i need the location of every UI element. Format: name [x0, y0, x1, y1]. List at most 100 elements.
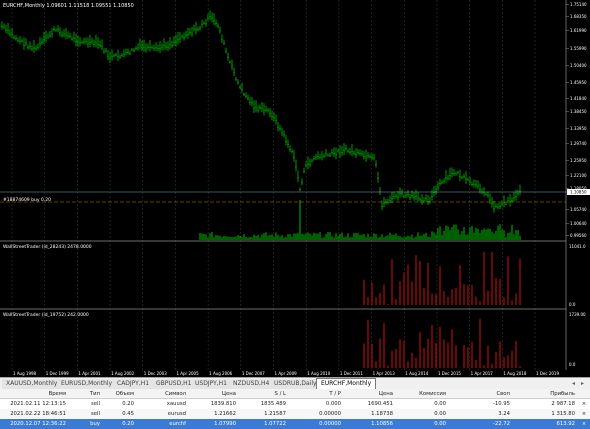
date-tick: 1 Aug 2002	[111, 371, 135, 376]
price-tick: 1.29740	[570, 141, 587, 146]
cell-commission: 0.00	[434, 421, 446, 427]
order-line-label[interactable]: #18874609 buy 0.20	[3, 197, 51, 203]
date-tick: 1 Apr 2001	[78, 371, 101, 376]
cell-commission: 0.00	[434, 401, 446, 407]
indicator1-label: WallStreetTrader (id_28243) 2478.0000	[3, 244, 92, 250]
date-tick: 1 Apr 2017	[471, 371, 494, 376]
col-swap[interactable]: Своп	[480, 389, 510, 399]
cell-current-price: 1.18738	[371, 411, 393, 417]
price-tick: 1.75140	[570, 2, 587, 7]
date-tick: 1 Aug 2010	[307, 371, 331, 376]
price-tick: 1.61990	[570, 28, 587, 33]
cell-type: sell	[91, 411, 100, 417]
cell-swap: -22.72	[492, 421, 510, 427]
cell-sl: 1835.489	[260, 401, 286, 407]
cell-sl: 1.07722	[264, 421, 286, 427]
cell-type: sell	[91, 401, 100, 407]
current-price-tag: 1.10850	[570, 190, 587, 195]
date-tick: 1 Apr 2013	[373, 371, 396, 376]
cell-current-price: 1690.451	[367, 401, 393, 407]
price-tick: 1.38450	[570, 109, 587, 114]
date-tick: 1 Dec 2019	[536, 371, 559, 376]
cell-time: 2021.02.22 18:46:51	[10, 411, 66, 417]
chart-tabs-bar: XAUUSD,Monthly EURUSD,Monthly CADJPY,H1 …	[0, 377, 590, 390]
indicator2-label: WallStreetTrader (id_19752) 242.0000	[3, 312, 89, 318]
price-tick: 1.45950	[570, 80, 587, 85]
close-position-icon[interactable]: ×	[580, 419, 588, 429]
price-chart[interactable]: EURCHF,Monthly 1.09601 1.11518 1.09551 1…	[0, 0, 590, 377]
date-tick: 1 Dec 2015	[438, 371, 461, 376]
date-tick: 1 Aug 1998	[13, 371, 37, 376]
price-tick: 1.22100	[570, 173, 587, 178]
cell-volume: 0.45	[122, 411, 134, 417]
tabs-scroll-right-icon[interactable]: ▸	[581, 379, 584, 388]
col-profit[interactable]: Прибыль	[535, 389, 575, 399]
col-time[interactable]: Время	[2, 389, 66, 399]
tab-usdjpy-h1[interactable]: USDJPY,H1	[191, 379, 232, 389]
price-tick: 1.41840	[570, 96, 587, 101]
cell-symbol: eurusd	[167, 411, 186, 417]
col-type[interactable]: Тип	[78, 389, 100, 399]
cell-price: 1839.810	[210, 401, 236, 407]
cell-current-price: 1.10856	[371, 421, 393, 427]
chart-window[interactable]: EURCHF,Monthly 1.09601 1.11518 1.09551 1…	[0, 0, 590, 377]
ind1-axis-top: 11041.0	[569, 244, 586, 249]
table-row-selected[interactable]: 2020.12.07 12:36:22 buy 0.20 eurchf 1.07…	[0, 419, 590, 429]
cell-swap: 3.24	[498, 411, 510, 417]
price-tick: 1.55990	[570, 46, 587, 51]
cell-time: 2020.12.07 12:36:22	[10, 421, 66, 427]
tab-gbpusd-h1[interactable]: GBPUSD,H1	[152, 379, 197, 389]
col-symbol[interactable]: Символ	[150, 389, 186, 399]
tab-usdrub-daily[interactable]: USDRUB,Daily	[270, 379, 322, 389]
table-row[interactable]: 2021.02.11 12:13:15 sell 0.20 xauusd 183…	[0, 399, 590, 409]
tabs-scroll-left-icon[interactable]: ◂	[572, 379, 575, 388]
cell-symbol: xauusd	[166, 401, 186, 407]
cell-volume: 0.20	[122, 401, 134, 407]
date-tick: 1 Aug 2018	[503, 371, 527, 376]
cell-profit: 1 315.80	[551, 411, 575, 417]
close-position-icon[interactable]: ×	[580, 409, 588, 419]
price-tick: 0.99560	[570, 233, 587, 238]
date-tick: 1 Apr 2009	[275, 371, 298, 376]
price-tick: 1.25950	[570, 158, 587, 163]
date-tick: 1 Aug 2006	[209, 371, 233, 376]
cell-symbol: eurchf	[169, 421, 186, 427]
cell-profit: 613.92	[556, 421, 575, 427]
col-price[interactable]: Цена	[200, 389, 236, 399]
tab-eurusd-monthly[interactable]: EURUSD,Monthly	[57, 379, 118, 389]
table-header: Время Тип Объем Символ Цена S / L T / P …	[0, 389, 590, 399]
tab-xauusd-monthly[interactable]: XAUUSD,Monthly	[2, 379, 63, 389]
cell-swap: -10.95	[492, 401, 510, 407]
price-tick: 1.33950	[570, 126, 587, 131]
cell-commission: 0.00	[434, 411, 446, 417]
cell-volume: 0.20	[122, 421, 134, 427]
date-tick: 1 Aug 2014	[405, 371, 429, 376]
date-tick: 1 Dec 1999	[46, 371, 69, 376]
date-tick: 1 Apr 2005	[176, 371, 199, 376]
col-volume[interactable]: Объем	[104, 389, 134, 399]
price-tick: 1.68350	[570, 14, 587, 19]
symbol-header: EURCHF,Monthly 1.09601 1.11518 1.09551 1…	[3, 3, 134, 9]
ind1-axis-zero: 0.0	[569, 302, 576, 307]
date-axis: 1 Aug 1998 1 Dec 1999 1 Apr 2001 1 Aug 2002…	[13, 371, 559, 376]
col-current-price[interactable]: Цена	[355, 389, 393, 399]
cell-tp: 0.000	[325, 401, 341, 407]
cell-tp: 0.00000	[319, 411, 341, 417]
close-position-icon[interactable]: ×	[580, 399, 588, 409]
trade-terminal-table: Время Тип Объем Символ Цена S / L T / P …	[0, 389, 590, 429]
cell-profit: 2 987.18	[551, 401, 575, 407]
col-sl[interactable]: S / L	[250, 389, 286, 399]
tab-nzdusd-h4[interactable]: NZDUSD,H4	[229, 379, 275, 389]
price-tick: 1.00640	[570, 221, 587, 226]
date-tick: 1 Dec 2011	[340, 371, 363, 376]
col-commission[interactable]: Комиссия	[410, 389, 446, 399]
tab-cadjpy-h1[interactable]: CADJPY,H1	[113, 379, 155, 389]
ind2-axis-zero: 0.0	[569, 362, 576, 367]
table-row[interactable]: 2021.02.22 18:46:51 sell 0.45 eurusd 1.2…	[0, 409, 590, 419]
cell-type: buy	[90, 421, 100, 427]
cell-sl: 1.21587	[264, 411, 286, 417]
price-tick: 1.05740	[570, 207, 587, 212]
date-tick: 1 Dec 2003	[144, 371, 167, 376]
col-tp[interactable]: T / P	[305, 389, 341, 399]
date-tick: 1 Dec 2007	[242, 371, 265, 376]
